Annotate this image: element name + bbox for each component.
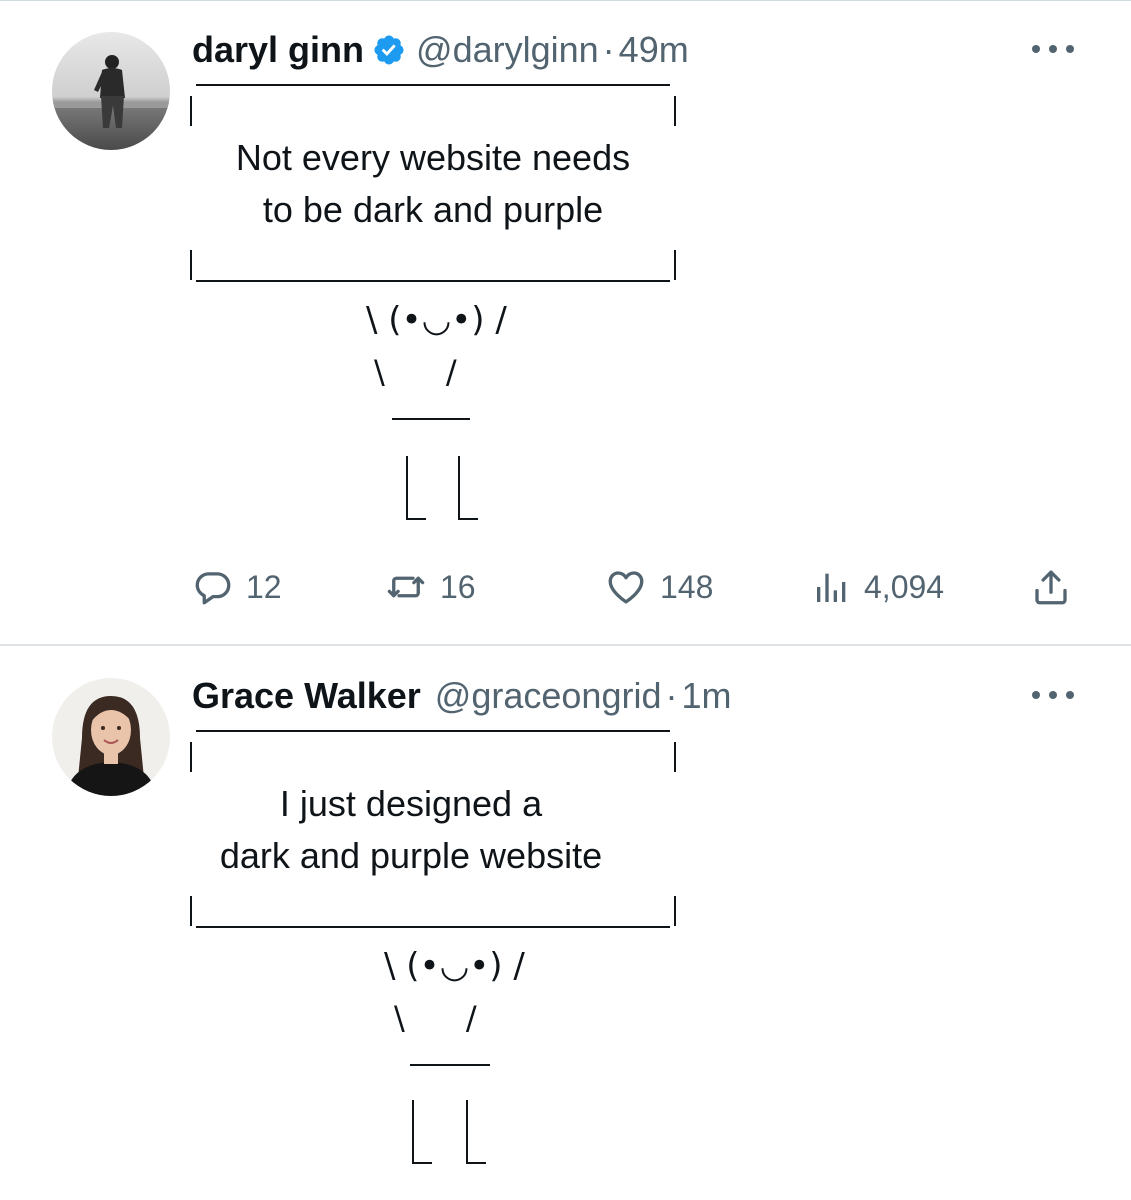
timestamp[interactable]: 1m [681,676,731,716]
sign-left-edge-top [190,96,192,126]
sign-left-edge-bottom [190,250,192,280]
avatar[interactable] [52,32,170,150]
sign-line-2: to be dark and purple [262,189,604,230]
sign-top-edge [196,84,670,86]
sign-right-edge-bottom [674,896,676,926]
avatar-photo-portrait [52,678,170,796]
user-handle[interactable]: @darylginn [416,30,599,70]
separator-dot: · [602,29,615,70]
like-icon [608,571,644,604]
tweet-header: daryl ginn @darylginn · 49m [192,30,689,70]
figure-foot-left [406,518,426,520]
figure-arms: \ / [374,353,457,391]
sign-top-edge [196,730,670,732]
repost-count: 16 [440,568,476,605]
ascii-sign: I just designed a dark and purple websit… [190,730,684,930]
figure-leg-left [406,456,408,520]
tweet-header: Grace Walker @graceongrid · 1m [192,676,731,716]
figure-leg-left [412,1100,414,1164]
views-button[interactable]: 4,094 [812,566,944,608]
figure-leg-right [458,456,460,520]
figure-foot-right [458,518,478,520]
display-name[interactable]: daryl ginn [192,30,364,70]
reply-button[interactable]: 12 [192,566,282,608]
figure-body-line [410,1064,490,1066]
figure-leg-right [466,1100,468,1164]
repost-button[interactable]: 16 [384,566,476,608]
sign-right-edge-bottom [674,250,676,280]
ascii-sign: Not every website needs to be dark and p… [190,84,684,284]
views-icon [817,573,846,602]
user-handle[interactable]: @graceongrid [435,676,662,716]
sign-line-2: dark and purple website [219,835,603,876]
sign-line-1: Not every website needs [235,137,631,178]
sign-left-edge-bottom [190,896,192,926]
sign-text: I just designed a dark and purple websit… [168,778,654,882]
reply-count: 12 [246,568,282,605]
sign-line-1: I just designed a [279,783,543,824]
avatar[interactable] [52,678,170,796]
sign-right-edge-top [674,96,676,126]
tweet-2[interactable]: Grace Walker @graceongrid · 1m I just de… [0,646,1131,1200]
more-options-icon[interactable] [1032,42,1074,56]
reply-icon [195,572,231,605]
sign-bottom-edge [196,280,670,282]
repost-icon [387,576,425,598]
sign-text: Not every website needs to be dark and p… [190,132,676,236]
timestamp[interactable]: 49m [619,30,689,70]
figure-foot-right [466,1162,486,1164]
more-options-icon[interactable] [1032,688,1074,702]
verified-badge-icon [372,33,406,67]
figure-arms: \ / [394,999,477,1037]
share-button[interactable] [1030,566,1072,608]
like-button[interactable]: 148 [604,566,713,608]
figure-face: \ (•◡•) / [384,946,525,986]
sign-bottom-edge [196,926,670,928]
tweet-1[interactable]: daryl ginn @darylginn · 49m Not every we… [0,0,1131,646]
separator-dot: · [665,675,678,716]
tweet-actions: 12 16 148 4,094 [0,566,1131,610]
share-icon [1035,570,1067,605]
display-name[interactable]: Grace Walker [192,676,421,716]
sign-left-edge-top [190,742,192,772]
view-count: 4,094 [864,568,945,605]
sign-right-edge-top [674,742,676,772]
figure-foot-left [412,1162,432,1164]
figure-body-line [392,418,470,420]
avatar-photo-beach [52,32,170,150]
like-count: 148 [660,568,714,605]
figure-face: \ (•◡•) / [366,300,507,340]
